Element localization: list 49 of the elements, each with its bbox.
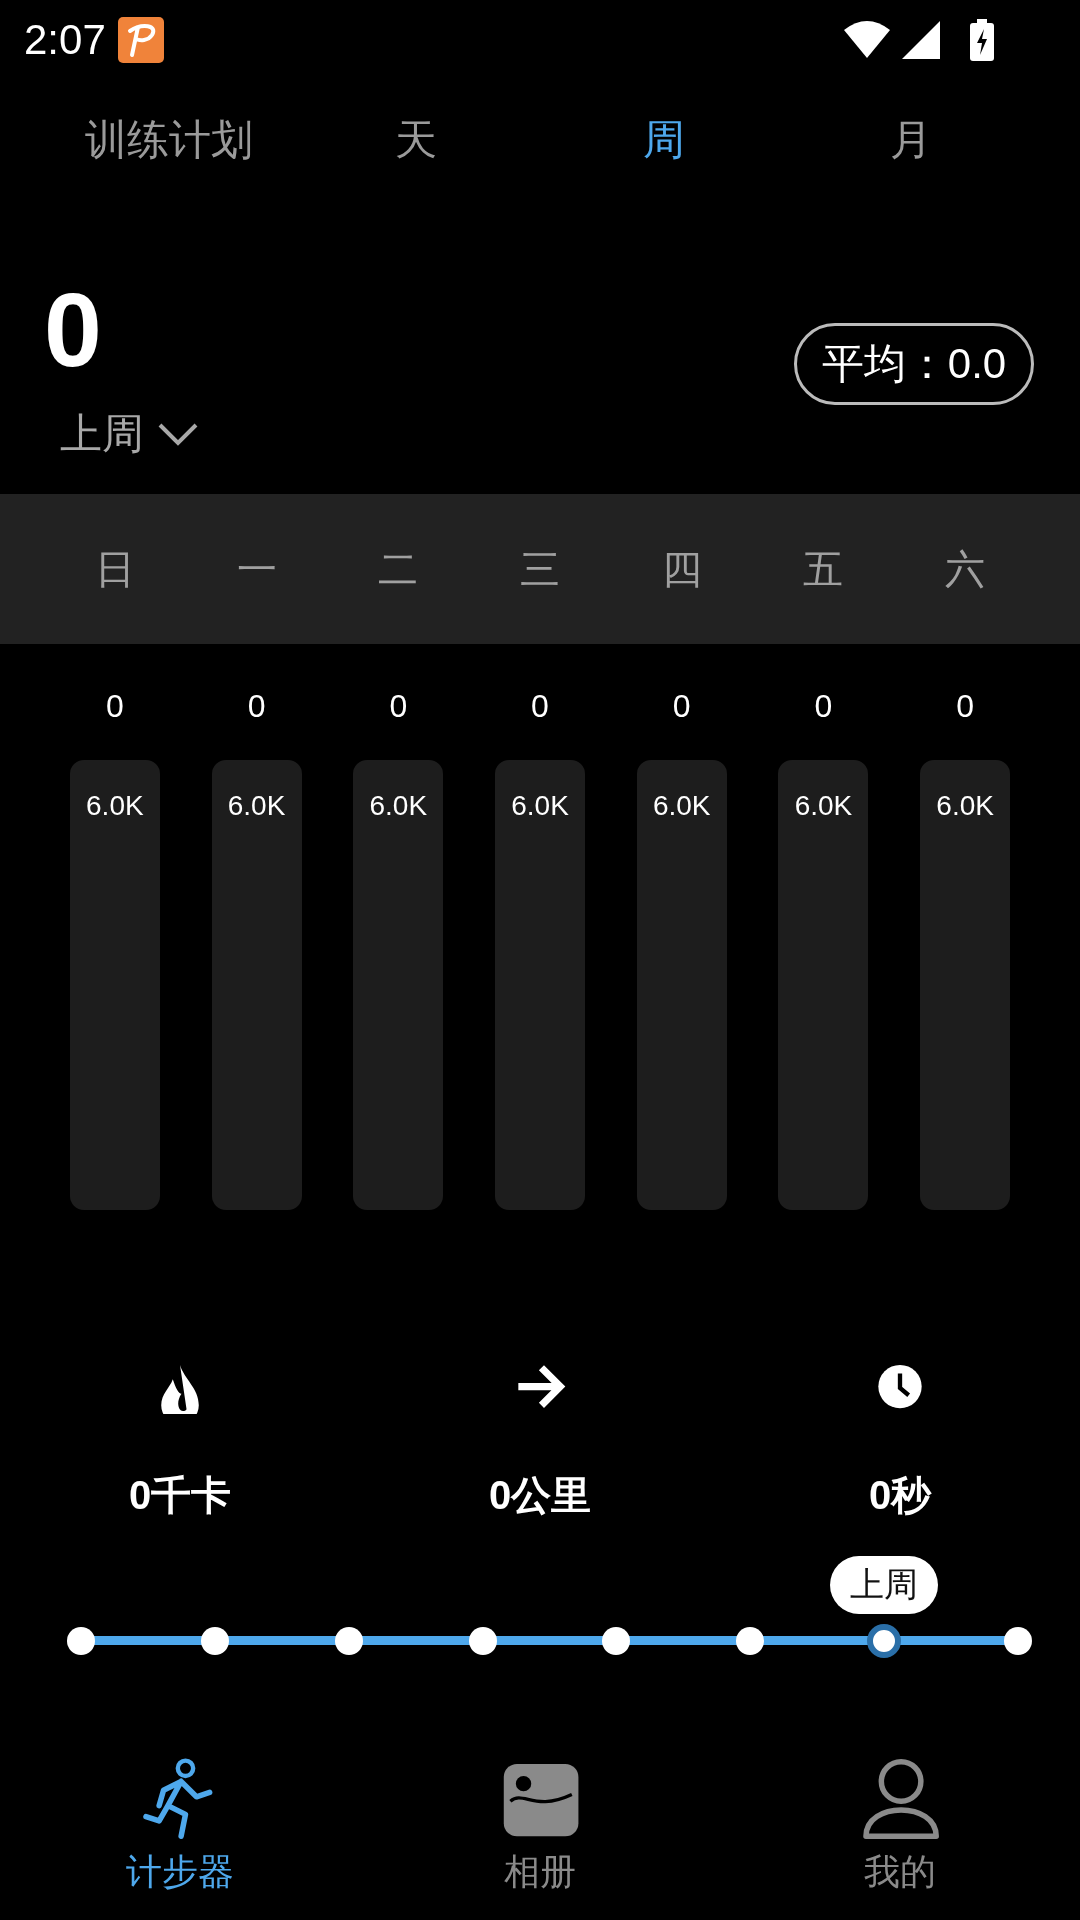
weekday-label: 一 xyxy=(235,545,278,593)
goal-label: 6.0K xyxy=(793,790,854,822)
goal-label: 6.0K xyxy=(935,790,995,822)
weekday-label: 日 xyxy=(93,545,136,593)
signal-icon xyxy=(902,21,940,59)
goal-label: 6.0K xyxy=(651,790,712,822)
stat-value: 0秒 xyxy=(868,1472,932,1519)
day-step-count: 0 xyxy=(105,688,124,726)
nav-tab[interactable]: 相册 xyxy=(360,1754,720,1914)
weekday-label: 五 xyxy=(802,545,845,593)
chevron-down-icon xyxy=(158,422,198,446)
goal-label: 6.0K xyxy=(85,790,145,822)
weekday-label: 六 xyxy=(944,545,987,593)
nav-tab[interactable]: 我的 xyxy=(720,1754,1080,1914)
timeline-point[interactable] xyxy=(200,1627,229,1655)
day-step-count: 0 xyxy=(389,688,408,726)
weekday-label: 三 xyxy=(519,545,561,593)
wifi-icon xyxy=(844,20,890,60)
nav-tab[interactable]: 计步器 xyxy=(0,1754,360,1914)
timeline-point[interactable] xyxy=(867,1624,902,1658)
timeline-point[interactable] xyxy=(67,1627,95,1655)
goal-label: 6.0K xyxy=(226,790,287,822)
day-step-count: 0 xyxy=(814,688,833,726)
timeline-point[interactable] xyxy=(334,1627,363,1655)
tab[interactable]: 周 xyxy=(540,102,788,178)
tab[interactable]: 训练计划 xyxy=(45,102,293,178)
goal-label: 6.0K xyxy=(368,790,429,822)
average-badge: 平均：0.0 xyxy=(794,323,1034,405)
day-step-count: 0 xyxy=(531,688,549,726)
period-label[interactable]: 上周 xyxy=(60,406,144,462)
step-total: 0 xyxy=(44,278,102,382)
app-logo-icon xyxy=(117,17,164,63)
timeline-point[interactable] xyxy=(1004,1627,1032,1655)
battery-icon xyxy=(970,19,994,61)
timeline-point[interactable] xyxy=(468,1627,497,1655)
day-step-count: 0 xyxy=(672,688,691,726)
weekday-label: 二 xyxy=(377,545,420,593)
day-step-count: 0 xyxy=(247,688,266,726)
tab[interactable]: 天 xyxy=(292,102,540,178)
goal-label: 6.0K xyxy=(510,790,570,822)
tab[interactable]: 月 xyxy=(787,102,1035,178)
weekday-label: 四 xyxy=(660,545,703,593)
day-step-count: 0 xyxy=(956,688,975,726)
stat-value: 0千卡 xyxy=(128,1472,232,1519)
status-time: 2:07 xyxy=(24,16,106,64)
stat-value: 0公里 xyxy=(488,1472,592,1519)
timeline-point[interactable] xyxy=(602,1627,631,1655)
timeline-point[interactable] xyxy=(736,1627,765,1655)
timeline-tooltip: 上周 xyxy=(830,1556,939,1614)
